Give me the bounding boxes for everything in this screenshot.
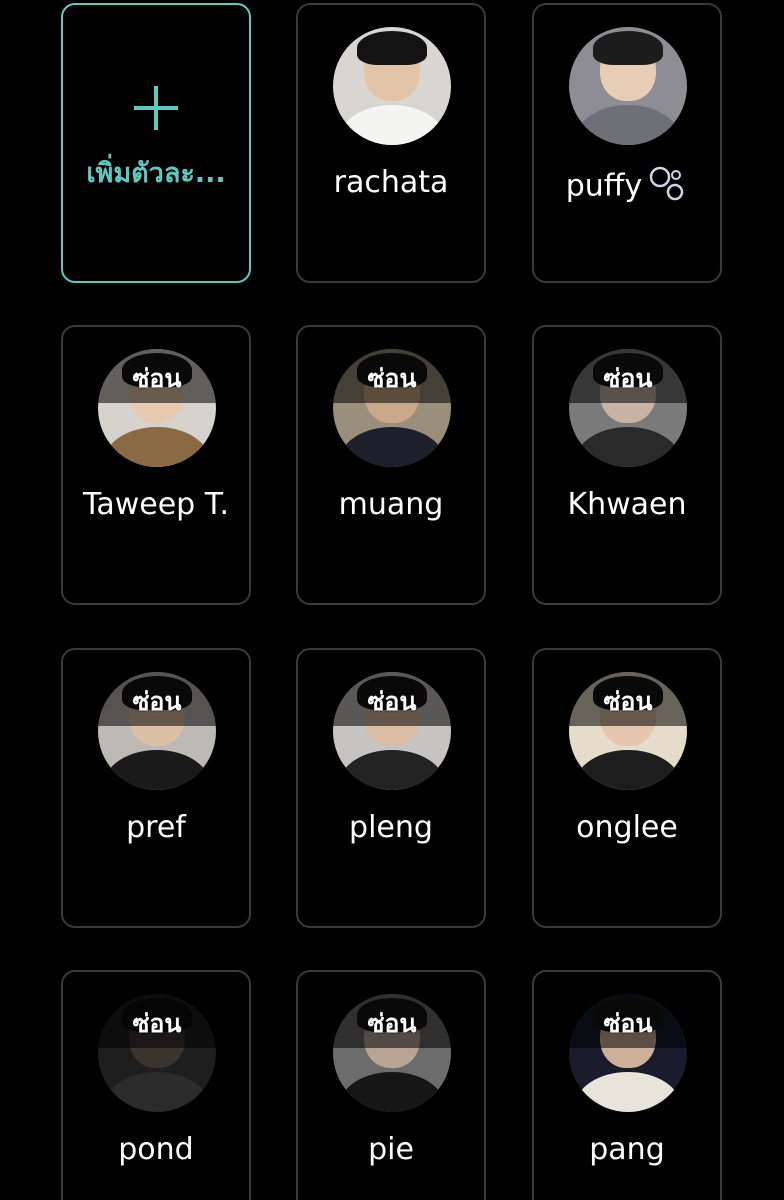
character-card-khwaen[interactable]: ซ่อน Khwaen bbox=[532, 325, 722, 605]
bubbles-icon bbox=[648, 165, 688, 209]
character-name: pond bbox=[118, 1132, 194, 1167]
character-card-rachata[interactable]: rachata bbox=[296, 3, 486, 283]
character-card-taweep[interactable]: ซ่อน Taweep T. bbox=[61, 325, 251, 605]
hidden-label: ซ่อน bbox=[367, 1009, 417, 1038]
character-name: Taweep T. bbox=[82, 487, 230, 522]
avatar: ซ่อน bbox=[569, 672, 687, 790]
character-name: pang bbox=[589, 1132, 665, 1167]
hidden-label: ซ่อน bbox=[367, 687, 417, 716]
character-card-pang[interactable]: ซ่อน pang bbox=[532, 970, 722, 1200]
plus-icon bbox=[63, 63, 249, 153]
character-name: Khwaen bbox=[567, 487, 687, 522]
avatar bbox=[569, 27, 687, 145]
character-card-pond[interactable]: ซ่อน pond bbox=[61, 970, 251, 1200]
character-name: pleng bbox=[349, 810, 433, 845]
character-card-pie[interactable]: ซ่อน pie bbox=[296, 970, 486, 1200]
hidden-label: ซ่อน bbox=[603, 687, 653, 716]
character-name: onglee bbox=[576, 810, 678, 845]
avatar: ซ่อน bbox=[333, 994, 451, 1112]
character-card-muang[interactable]: ซ่อน muang bbox=[296, 325, 486, 605]
hidden-label: ซ่อน bbox=[603, 1009, 653, 1038]
hidden-label: ซ่อน bbox=[603, 364, 653, 393]
character-name: pref bbox=[126, 810, 186, 845]
character-card-puffy[interactable]: puffy bbox=[532, 3, 722, 283]
character-name: muang bbox=[338, 487, 444, 522]
hidden-label: ซ่อน bbox=[367, 364, 417, 393]
avatar: ซ่อน bbox=[569, 994, 687, 1112]
character-name: pie bbox=[368, 1132, 414, 1167]
character-name: puffy bbox=[534, 165, 720, 209]
add-character-card[interactable]: เพิ่มตัวละ... bbox=[61, 3, 251, 283]
avatar: ซ่อน bbox=[333, 672, 451, 790]
character-name: rachata bbox=[333, 165, 449, 200]
avatar: ซ่อน bbox=[333, 349, 451, 467]
character-grid: เพิ่มตัวละ... rachata puffy ซ่อน Taweep … bbox=[0, 0, 784, 1200]
avatar: ซ่อน bbox=[98, 672, 216, 790]
avatar: ซ่อน bbox=[98, 349, 216, 467]
add-character-label: เพิ่มตัวละ... bbox=[86, 158, 226, 189]
character-card-pref[interactable]: ซ่อน pref bbox=[61, 648, 251, 928]
character-card-onglee[interactable]: ซ่อน onglee bbox=[532, 648, 722, 928]
hidden-label: ซ่อน bbox=[132, 364, 182, 393]
hidden-label: ซ่อน bbox=[132, 687, 182, 716]
avatar bbox=[333, 27, 451, 145]
character-card-pleng[interactable]: ซ่อน pleng bbox=[296, 648, 486, 928]
avatar: ซ่อน bbox=[98, 994, 216, 1112]
hidden-label: ซ่อน bbox=[132, 1009, 182, 1038]
avatar: ซ่อน bbox=[569, 349, 687, 467]
